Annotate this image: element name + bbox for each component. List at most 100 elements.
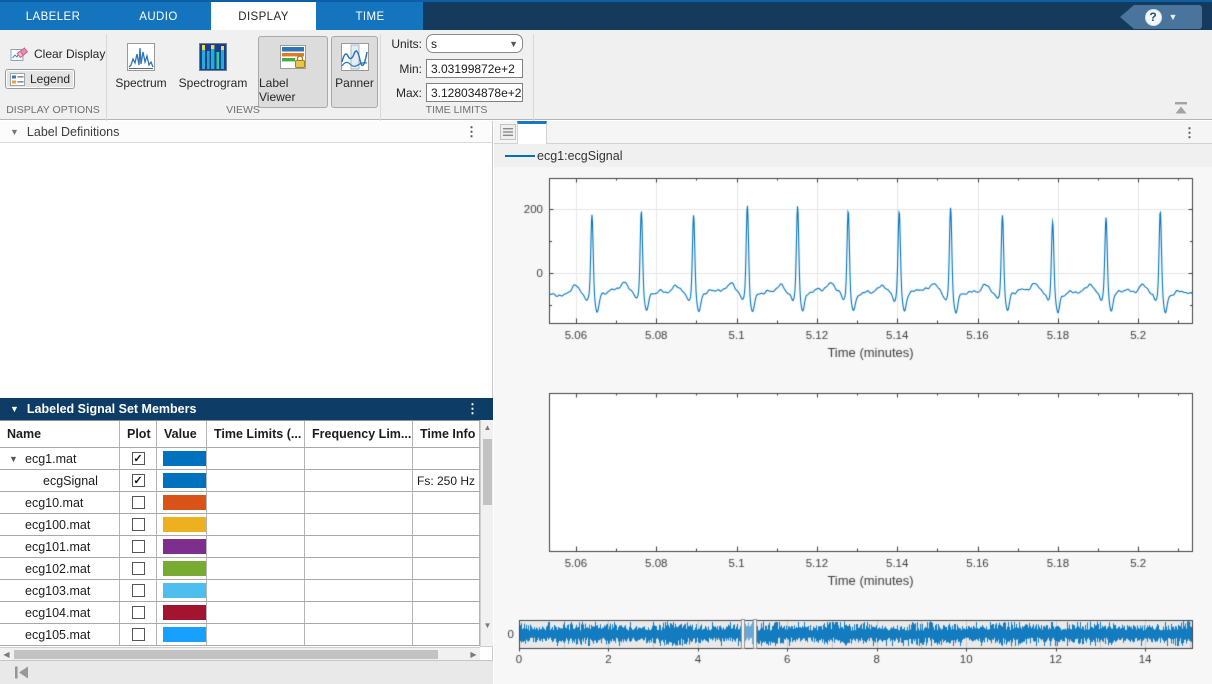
plot-cell bbox=[120, 602, 157, 623]
row-expander-icon[interactable]: ▼ bbox=[9, 454, 18, 464]
name-cell[interactable]: ecg10.mat bbox=[0, 492, 120, 513]
clear-display-button[interactable]: Clear Display bbox=[5, 43, 110, 65]
plot-checkbox[interactable] bbox=[132, 584, 145, 597]
label-viewer-button[interactable]: Label Viewer bbox=[258, 36, 328, 108]
time-limits-cell bbox=[207, 602, 305, 623]
help-button[interactable]: ? ▼ bbox=[1120, 5, 1202, 29]
labeled-signal-set-members-header[interactable]: ▼ Labeled Signal Set Members ⋮ bbox=[0, 398, 493, 420]
label-definitions-header[interactable]: ▼ Label Definitions ⋮ bbox=[0, 121, 492, 143]
plot-panel-menu-icon[interactable]: ⋮ bbox=[1183, 125, 1196, 141]
color-swatch[interactable] bbox=[163, 495, 206, 510]
help-dropdown-caret: ▼ bbox=[1169, 12, 1178, 22]
member-name: ecg100.mat bbox=[25, 518, 90, 532]
value-cell bbox=[157, 470, 207, 491]
label-definitions-title: Label Definitions bbox=[27, 125, 119, 139]
plot-checkbox[interactable] bbox=[132, 540, 145, 553]
tab-time[interactable]: TIME bbox=[316, 2, 424, 32]
tab-list-button[interactable] bbox=[500, 124, 516, 140]
min-time-value: 3.03199872e+2 bbox=[431, 62, 515, 76]
color-swatch[interactable] bbox=[163, 605, 206, 620]
left-panel-status-bar bbox=[0, 660, 493, 684]
max-time-input[interactable]: 3.128034878e+2 bbox=[426, 83, 523, 102]
units-caret-icon: ▼ bbox=[509, 39, 518, 49]
color-swatch[interactable] bbox=[163, 451, 206, 466]
units-select[interactable]: s ▼ bbox=[426, 34, 523, 53]
name-cell[interactable]: ecg102.mat bbox=[0, 558, 120, 579]
panner-overview-plot[interactable] bbox=[494, 600, 1212, 684]
collapse-panel-icon[interactable] bbox=[14, 666, 29, 679]
vertical-scroll-thumb[interactable] bbox=[483, 439, 492, 505]
table-row[interactable]: ecg101.mat bbox=[0, 536, 480, 558]
list-icon bbox=[503, 128, 513, 136]
scroll-down-arrow-icon[interactable]: ▼ bbox=[481, 618, 494, 632]
left-panel: ▼ Label Definitions ⋮ ▼ Labeled Signal S… bbox=[0, 121, 493, 684]
color-swatch[interactable] bbox=[163, 473, 206, 488]
table-row[interactable]: ecg100.mat bbox=[0, 514, 480, 536]
tab-audio[interactable]: AUDIO bbox=[106, 2, 211, 32]
table-row[interactable]: ecg104.mat bbox=[0, 602, 480, 624]
plot-checkbox[interactable] bbox=[132, 518, 145, 531]
table-row[interactable]: ▼ecg1.mat ✓ bbox=[0, 448, 480, 470]
time-info-cell bbox=[413, 580, 480, 601]
spectrogram-button[interactable]: Spectrogram bbox=[172, 36, 254, 108]
members-table: NamePlotValueTime Limits (...Frequency L… bbox=[0, 420, 480, 646]
column-header-frequency-limits[interactable]: Frequency Lim... bbox=[305, 421, 413, 447]
plot-cell bbox=[120, 492, 157, 513]
table-vertical-scrollbar[interactable]: ▲ ▼ bbox=[480, 420, 493, 647]
name-cell[interactable]: ecg101.mat bbox=[0, 536, 120, 557]
name-cell[interactable]: ▼ecg1.mat bbox=[0, 448, 120, 469]
minimize-ribbon-button[interactable] bbox=[1172, 101, 1190, 115]
column-header-plot[interactable]: Plot bbox=[120, 421, 157, 447]
active-display-tab[interactable] bbox=[517, 121, 547, 144]
name-cell[interactable]: ecg100.mat bbox=[0, 514, 120, 535]
column-header-time-info[interactable]: Time Info bbox=[413, 421, 480, 447]
member-name: ecg101.mat bbox=[25, 540, 90, 554]
plot-checkbox[interactable]: ✓ bbox=[132, 452, 145, 465]
scroll-up-arrow-icon[interactable]: ▲ bbox=[481, 420, 494, 434]
table-row[interactable]: ecgSignal✓Fs: 250 Hz bbox=[0, 470, 480, 492]
value-cell bbox=[157, 536, 207, 557]
legend-toggle-button[interactable]: Legend bbox=[5, 69, 75, 89]
table-row[interactable]: ecg103.mat bbox=[0, 580, 480, 602]
panner-button[interactable]: Panner bbox=[331, 36, 378, 108]
color-swatch[interactable] bbox=[163, 517, 206, 532]
color-swatch[interactable] bbox=[163, 539, 206, 554]
frequency-limits-cell bbox=[305, 536, 413, 557]
panel-menu-icon[interactable]: ⋮ bbox=[466, 401, 479, 417]
column-header-time-limits[interactable]: Time Limits (... bbox=[207, 421, 305, 447]
name-cell[interactable]: ecgSignal bbox=[0, 470, 120, 491]
plot-checkbox[interactable] bbox=[132, 562, 145, 575]
min-time-input[interactable]: 3.03199872e+2 bbox=[426, 59, 523, 78]
section-views: VIEWS bbox=[106, 104, 380, 116]
plot-checkbox[interactable] bbox=[132, 628, 145, 641]
name-cell[interactable]: ecg104.mat bbox=[0, 602, 120, 623]
tab-labeler[interactable]: LABELER bbox=[0, 2, 106, 32]
table-row[interactable]: ecg105.mat bbox=[0, 624, 480, 646]
plot-cell bbox=[120, 514, 157, 535]
horizontal-scroll-thumb[interactable] bbox=[14, 650, 438, 659]
panel-menu-icon[interactable]: ⋮ bbox=[465, 124, 478, 140]
table-row[interactable]: ecg10.mat bbox=[0, 492, 480, 514]
plot-checkbox[interactable] bbox=[132, 606, 145, 619]
frequency-limits-cell bbox=[305, 470, 413, 491]
min-label: Min: bbox=[382, 62, 422, 76]
column-header-name[interactable]: Name bbox=[0, 421, 120, 447]
color-swatch[interactable] bbox=[163, 583, 206, 598]
name-cell[interactable]: ecg105.mat bbox=[0, 624, 120, 645]
ecg-signal-plot[interactable] bbox=[494, 167, 1212, 383]
column-header-value[interactable]: Value bbox=[157, 421, 207, 447]
color-swatch[interactable] bbox=[163, 627, 206, 642]
value-cell bbox=[157, 514, 207, 535]
panner-label: Panner bbox=[335, 76, 374, 90]
plot-tab-strip: ⋮ bbox=[494, 121, 1212, 144]
plot-checkbox[interactable] bbox=[132, 496, 145, 509]
spectrum-button[interactable]: Spectrum bbox=[112, 36, 170, 108]
plot-checkbox[interactable]: ✓ bbox=[132, 474, 145, 487]
toolstrip-tab-bar: LABELERAUDIODISPLAYTIME ? ▼ bbox=[0, 0, 1212, 30]
table-horizontal-scrollbar[interactable]: ◀ ▶ bbox=[0, 647, 480, 660]
tab-display[interactable]: DISPLAY bbox=[211, 2, 316, 32]
label-viewer-axes[interactable] bbox=[494, 383, 1212, 600]
name-cell[interactable]: ecg103.mat bbox=[0, 580, 120, 601]
table-row[interactable]: ecg102.mat bbox=[0, 558, 480, 580]
color-swatch[interactable] bbox=[163, 561, 206, 576]
